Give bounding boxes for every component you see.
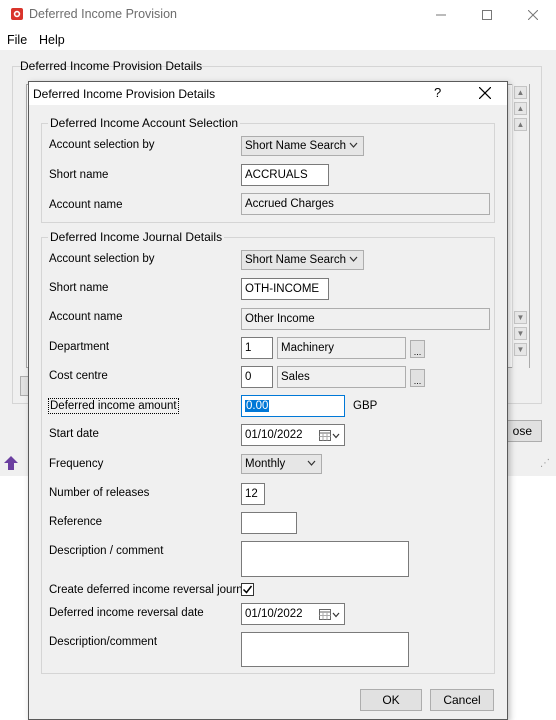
menu-help[interactable]: Help: [39, 33, 65, 47]
deferred-amount-input[interactable]: 0.00: [241, 395, 345, 417]
checkmark-icon: [242, 585, 253, 594]
account-selection-by-value: Short Name Search: [245, 140, 346, 152]
minimize-icon: [436, 14, 446, 16]
department-lookup-button[interactable]: ...: [410, 340, 425, 358]
close-icon: [479, 87, 491, 99]
ok-button[interactable]: OK: [360, 689, 422, 711]
scroll-page-down-button[interactable]: ▼: [514, 327, 527, 340]
menu-file[interactable]: File: [7, 33, 27, 47]
journal-account-name-label: Account name: [49, 311, 123, 323]
journal-account-name-field: Other Income: [241, 308, 490, 330]
minimize-button[interactable]: [418, 0, 464, 30]
deferred-amount-label: Deferred income amount: [48, 398, 179, 414]
journal-short-name-label: Short name: [49, 282, 109, 294]
scroll-up-button[interactable]: ▲: [514, 118, 527, 131]
reversal-date-picker[interactable]: 01/10/2022: [241, 603, 345, 625]
cost-centre-lookup-button[interactable]: ...: [410, 369, 425, 387]
maximize-icon: [482, 10, 492, 20]
start-date-picker[interactable]: 01/10/2022: [241, 424, 345, 446]
account-short-name-label: Short name: [49, 169, 109, 181]
frequency-value: Monthly: [245, 458, 286, 470]
cost-centre-label: Cost centre: [49, 370, 108, 382]
main-group-label: Deferred Income Provision Details: [20, 59, 203, 73]
description-textarea[interactable]: [241, 541, 409, 577]
calendar-icon[interactable]: [319, 429, 341, 442]
provision-details-dialog: Deferred Income Provision Details ? Defe…: [28, 81, 508, 720]
account-short-name-input[interactable]: ACCRUALS: [241, 164, 329, 186]
reversal-journal-label: Create deferred income reversal journal: [49, 584, 252, 596]
main-window-title: Deferred Income Provision: [29, 7, 177, 21]
account-name-field: Accrued Charges: [241, 193, 490, 215]
journal-selection-by-value: Short Name Search: [245, 254, 346, 266]
currency-label: GBP: [353, 400, 378, 412]
cost-centre-code-input[interactable]: 0: [241, 366, 273, 388]
reversal-date-value: 01/10/2022: [245, 608, 303, 620]
reference-input[interactable]: [241, 512, 297, 534]
main-close-button[interactable]: [510, 0, 556, 30]
account-selection-by-label: Account selection by: [49, 139, 155, 151]
journal-short-name-input[interactable]: OTH-INCOME: [241, 278, 329, 300]
description2-textarea[interactable]: [241, 632, 409, 667]
frequency-label: Frequency: [49, 458, 104, 470]
frequency-combo[interactable]: Monthly: [241, 454, 322, 474]
department-label: Department: [49, 341, 110, 353]
dialog-title: Deferred Income Provision Details: [33, 87, 216, 101]
start-date-value: 01/10/2022: [245, 429, 303, 441]
menu-bar: [0, 30, 556, 50]
journal-details-group-label: Deferred Income Journal Details: [48, 230, 225, 244]
releases-label: Number of releases: [49, 487, 150, 499]
department-name-field: Machinery: [277, 337, 406, 359]
cost-centre-name-field: Sales: [277, 366, 406, 388]
department-code-input[interactable]: 1: [241, 337, 273, 359]
dropdown-arrow-icon: [349, 142, 358, 148]
journal-selection-by-label: Account selection by: [49, 253, 155, 265]
cancel-button[interactable]: Cancel: [430, 689, 494, 711]
scroll-last-button[interactable]: ▼: [514, 343, 527, 356]
resize-grip-icon[interactable]: ⋰: [540, 458, 550, 469]
description2-label: Description/comment: [49, 636, 158, 648]
account-name-label: Account name: [49, 199, 123, 211]
dropdown-arrow-icon: [307, 460, 316, 466]
scroll-down-button[interactable]: ▼: [514, 311, 527, 324]
releases-input[interactable]: 12: [241, 483, 265, 505]
deferred-amount-value: 0.00: [245, 400, 270, 412]
maximize-button[interactable]: [464, 0, 510, 30]
up-arrow-icon: [4, 456, 18, 470]
scroll-first-button[interactable]: ▲: [514, 86, 527, 99]
reference-label: Reference: [49, 516, 103, 528]
reversal-date-label: Deferred income reversal date: [49, 607, 204, 619]
calendar-icon[interactable]: [319, 608, 341, 621]
dropdown-arrow-icon: [349, 256, 358, 262]
description-label: Description / comment: [49, 545, 164, 557]
reversal-journal-checkbox[interactable]: [241, 583, 254, 596]
scroll-page-up-button[interactable]: ▲: [514, 102, 527, 115]
account-selection-group-label: Deferred Income Account Selection: [48, 116, 241, 130]
close-icon: [528, 10, 538, 20]
dialog-close-button[interactable]: [474, 83, 496, 103]
app-icon: [11, 8, 23, 20]
start-date-label: Start date: [49, 428, 99, 440]
help-icon[interactable]: ?: [434, 85, 441, 100]
journal-selection-by-combo[interactable]: Short Name Search: [241, 250, 364, 270]
account-selection-by-combo[interactable]: Short Name Search: [241, 136, 364, 156]
